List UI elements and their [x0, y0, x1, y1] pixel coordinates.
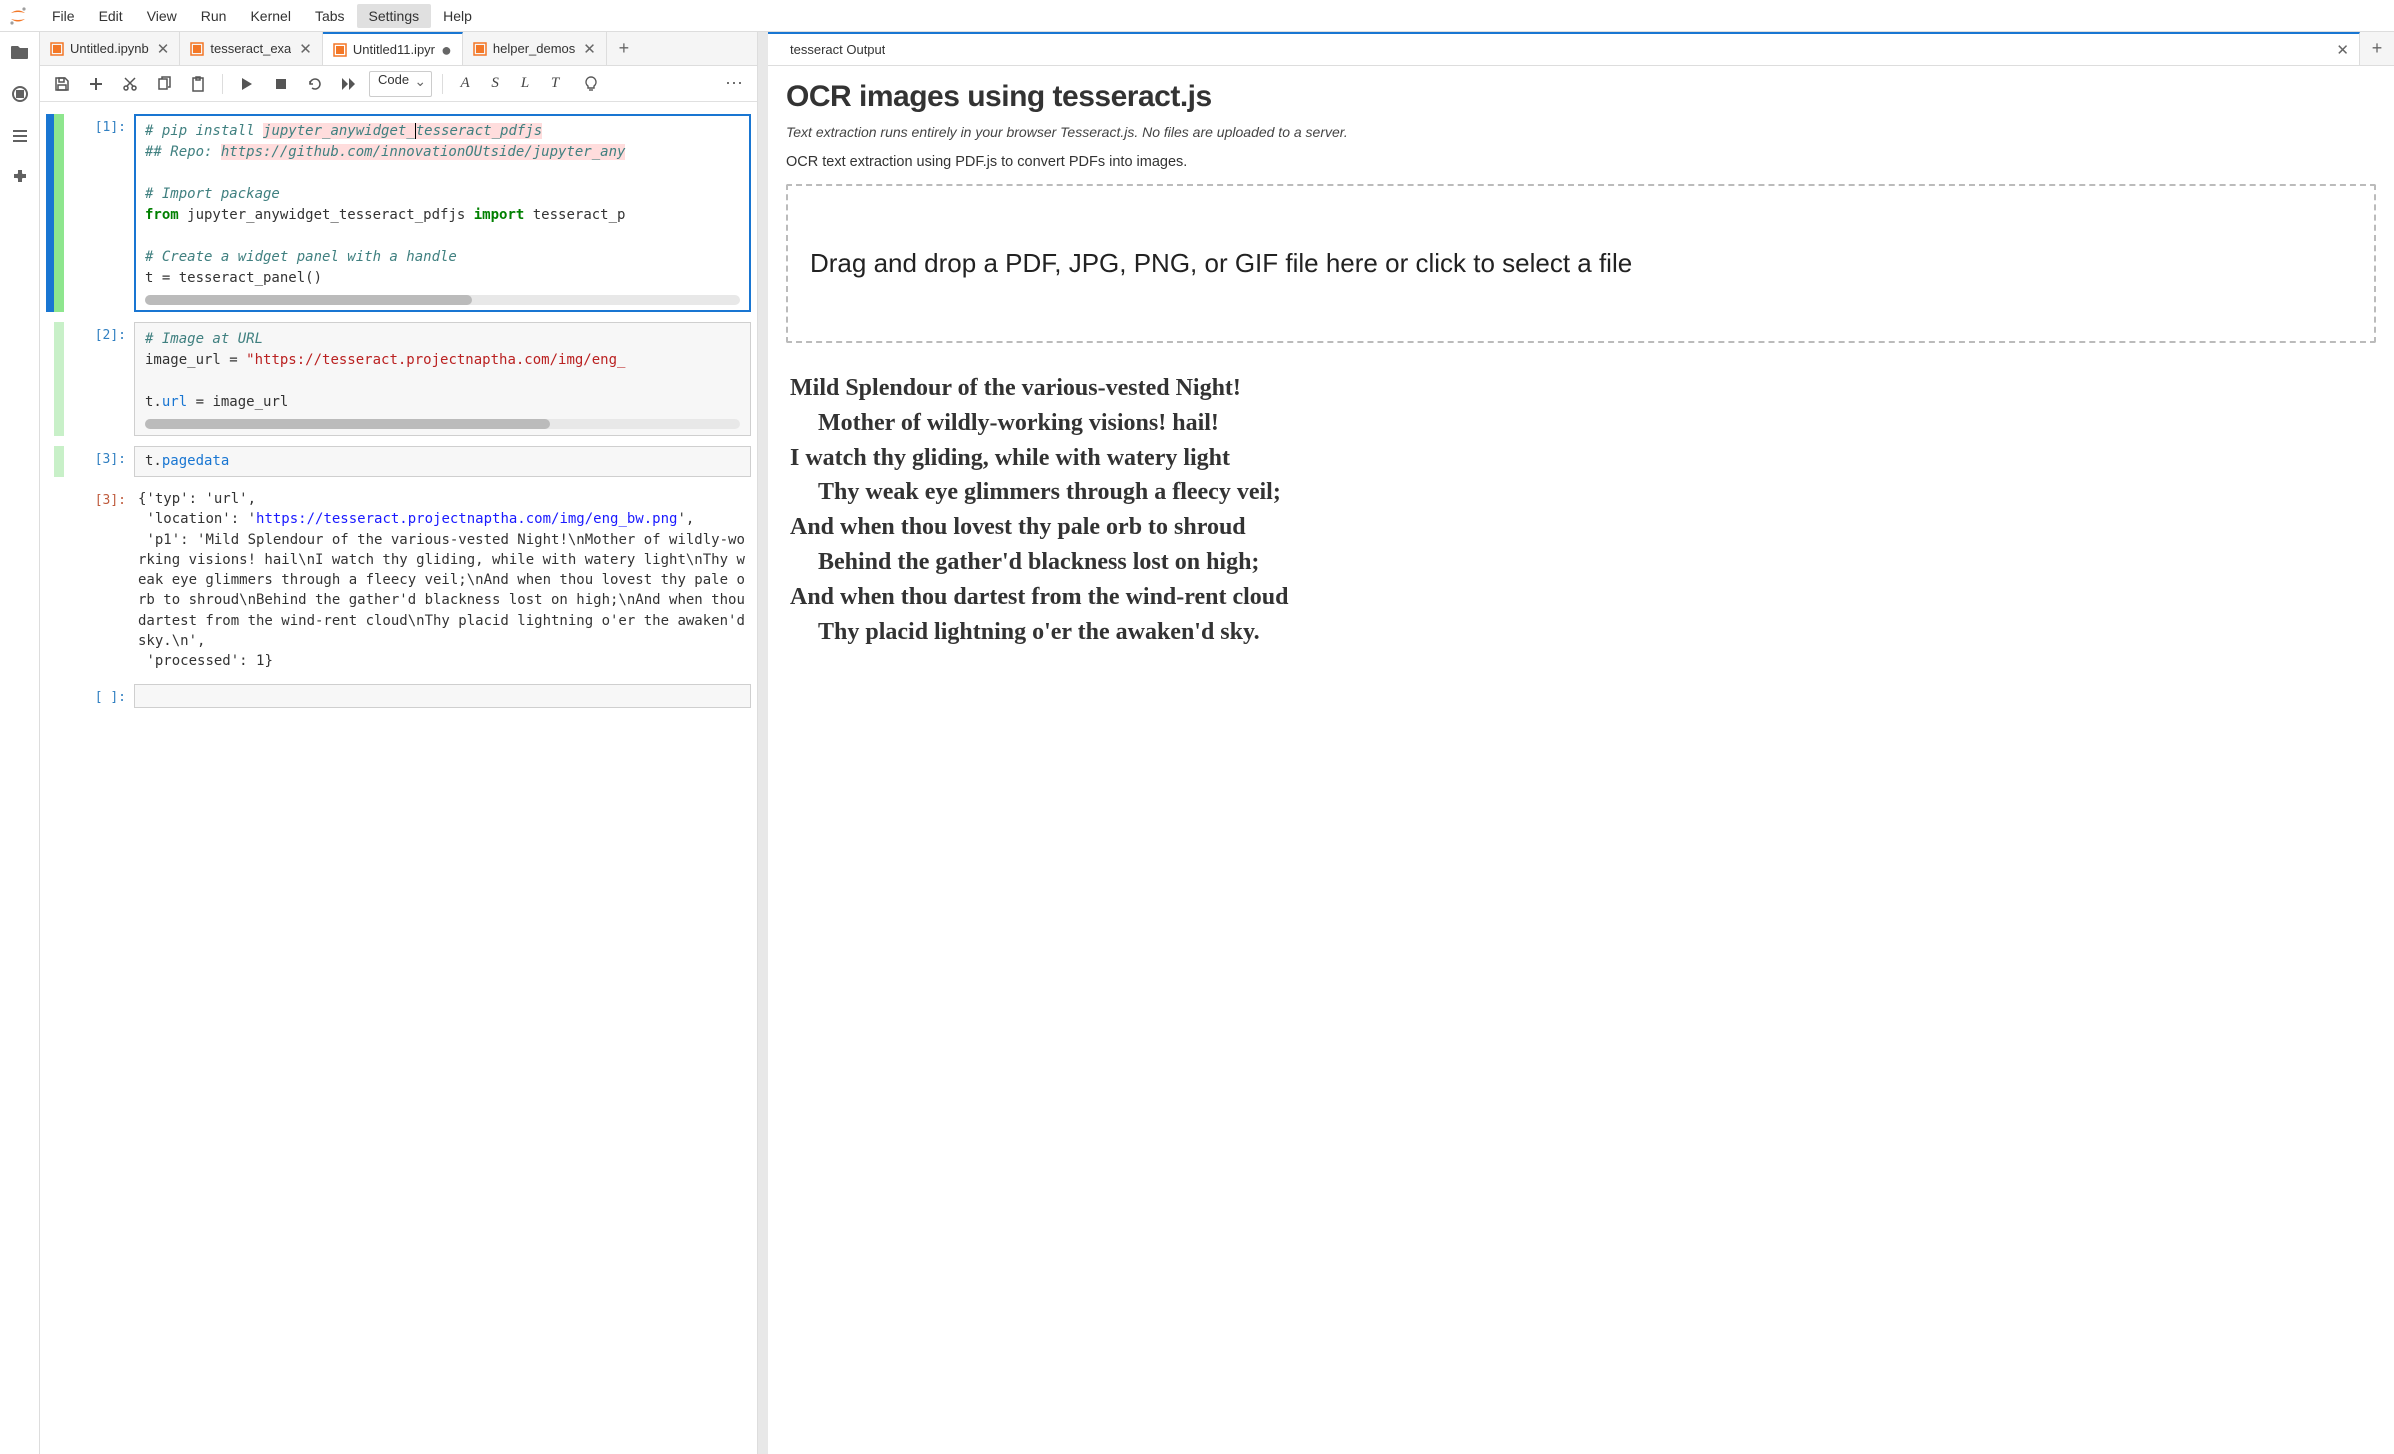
- cell-status: [54, 114, 64, 312]
- close-icon[interactable]: ✕: [299, 40, 312, 58]
- add-tab-icon[interactable]: +: [607, 32, 641, 65]
- h-scrollbar[interactable]: [145, 295, 740, 305]
- panel-desc: OCR text extraction using PDF.js to conv…: [786, 154, 2376, 170]
- output-cell: [3]: {'typ': 'url', 'location': 'https:/…: [46, 487, 751, 674]
- save-icon[interactable]: [48, 70, 76, 98]
- notebook-toolbar: Code ASLT ⋯: [40, 66, 757, 102]
- dirty-indicator-icon: ●: [441, 41, 452, 59]
- code-editor[interactable]: [134, 684, 751, 708]
- close-icon[interactable]: ✕: [157, 40, 170, 58]
- notebook-tabbar: Untitled.ipynb ✕ tesseract_exa ✕ Untitled11.…: [40, 32, 757, 66]
- cell-prompt: [1]:: [64, 114, 134, 312]
- notebook-tab[interactable]: Untitled.ipynb ✕: [40, 32, 180, 65]
- tab-label: Untitled.ipynb: [70, 41, 149, 56]
- cut-icon[interactable]: [116, 70, 144, 98]
- menu-file[interactable]: File: [40, 4, 87, 28]
- tool-a[interactable]: A: [453, 75, 477, 92]
- output-text: {'typ': 'url', 'location': 'https://tess…: [134, 487, 751, 674]
- running-icon[interactable]: [8, 82, 32, 106]
- cell-gutter: [46, 684, 54, 708]
- notebook-tab[interactable]: Untitled11.ipyr ●: [323, 32, 463, 65]
- close-icon[interactable]: ✕: [2336, 41, 2349, 59]
- menu-run[interactable]: Run: [189, 4, 239, 28]
- separator: [222, 74, 223, 94]
- restart-icon[interactable]: [301, 70, 329, 98]
- tool-t[interactable]: T: [543, 75, 567, 92]
- file-dropzone[interactable]: Drag and drop a PDF, JPG, PNG, or GIF fi…: [786, 184, 2376, 343]
- add-tab-icon[interactable]: +: [2360, 32, 2394, 65]
- tab-label: tesseract Output: [790, 42, 885, 57]
- cell-gutter: [46, 114, 54, 312]
- code-editor[interactable]: # pip install jupyter_anywidget_tesserac…: [134, 114, 751, 312]
- tab-label: helper_demos: [493, 41, 575, 56]
- run-all-icon[interactable]: [335, 70, 363, 98]
- cell-status: [54, 322, 64, 436]
- copy-icon[interactable]: [150, 70, 178, 98]
- notebook-icon: [50, 42, 64, 56]
- v-scrollbar[interactable]: [758, 32, 768, 1454]
- code-cell[interactable]: [ ]:: [46, 684, 751, 708]
- menu-edit[interactable]: Edit: [87, 4, 135, 28]
- activity-bar: [0, 32, 40, 1454]
- menu-settings[interactable]: Settings: [357, 4, 432, 28]
- cell-gutter: [46, 322, 54, 436]
- more-icon[interactable]: ⋯: [719, 73, 749, 94]
- menu-view[interactable]: View: [135, 4, 189, 28]
- code-cell[interactable]: [3]: t.pagedata: [46, 446, 751, 477]
- notebook-icon: [333, 43, 347, 57]
- code-editor[interactable]: # Image at URL image_url = "https://tess…: [134, 322, 751, 436]
- poem-line: Thy weak eye glimmers through a fleecy v…: [790, 475, 2372, 510]
- tool-s[interactable]: S: [483, 75, 507, 92]
- menu-help[interactable]: Help: [431, 4, 484, 28]
- notebook-body: [1]: # pip install jupyter_anywidget_tes…: [40, 102, 757, 1454]
- menu-kernel[interactable]: Kernel: [238, 4, 302, 28]
- cell-gutter: [46, 446, 54, 477]
- poem-line: And when thou lovest thy pale orb to shr…: [790, 510, 2372, 545]
- add-cell-icon[interactable]: [82, 70, 110, 98]
- output-tabbar: tesseract Output ✕ +: [768, 32, 2394, 66]
- tab-label: Untitled11.ipyr: [353, 42, 435, 57]
- panel-title: OCR images using tesseract.js: [786, 80, 2376, 114]
- menubar: FileEditViewRunKernelTabsSettingsHelp: [0, 0, 2394, 32]
- notebook-tab[interactable]: tesseract_exa ✕: [180, 32, 323, 65]
- code-cell[interactable]: [1]: # pip install jupyter_anywidget_tes…: [46, 114, 751, 312]
- output-panel: OCR images using tesseract.js Text extra…: [768, 66, 2394, 1454]
- code-cell[interactable]: [2]: # Image at URL image_url = "https:/…: [46, 322, 751, 436]
- paste-icon[interactable]: [184, 70, 212, 98]
- cell-prompt: [2]:: [64, 322, 134, 436]
- output-tab[interactable]: tesseract Output ✕: [768, 32, 2360, 65]
- panel-subtitle: Text extraction runs entirely in your br…: [786, 124, 2376, 140]
- poem-line: I watch thy gliding, while with watery l…: [790, 441, 2372, 476]
- ocr-result: Mild Splendour of the various-vested Nig…: [786, 365, 2376, 655]
- close-icon[interactable]: ✕: [583, 40, 596, 58]
- cell-prompt: [ ]:: [64, 684, 134, 708]
- dropzone-text: Drag and drop a PDF, JPG, PNG, or GIF fi…: [810, 246, 2352, 281]
- toc-icon[interactable]: [8, 124, 32, 148]
- extensions-icon[interactable]: [8, 166, 32, 190]
- bulb-icon[interactable]: [577, 70, 605, 98]
- poem-line: And when thou dartest from the wind-rent…: [790, 580, 2372, 615]
- output-prompt: [3]:: [64, 487, 134, 674]
- cell-prompt: [3]:: [64, 446, 134, 477]
- menu-tabs[interactable]: Tabs: [303, 4, 357, 28]
- notebook-tab[interactable]: helper_demos ✕: [463, 32, 607, 65]
- notebook-icon: [473, 42, 487, 56]
- poem-line: Thy placid lightning o'er the awaken'd s…: [790, 615, 2372, 650]
- notebook-icon: [190, 42, 204, 56]
- cell-type-select[interactable]: Code: [369, 71, 432, 97]
- tool-l[interactable]: L: [513, 75, 537, 92]
- poem-line: Mild Splendour of the various-vested Nig…: [790, 371, 2372, 406]
- h-scrollbar[interactable]: [145, 419, 740, 429]
- poem-line: Behind the gather'd blackness lost on hi…: [790, 545, 2372, 580]
- cell-status: [54, 446, 64, 477]
- run-icon[interactable]: [233, 70, 261, 98]
- stop-icon[interactable]: [267, 70, 295, 98]
- poem-line: Mother of wildly-working visions! hail!: [790, 406, 2372, 441]
- code-editor[interactable]: t.pagedata: [134, 446, 751, 477]
- cell-gutter: [46, 487, 54, 674]
- tab-label: tesseract_exa: [210, 41, 291, 56]
- folder-icon[interactable]: [8, 40, 32, 64]
- separator: [442, 74, 443, 94]
- jupyter-logo-icon: [6, 4, 30, 28]
